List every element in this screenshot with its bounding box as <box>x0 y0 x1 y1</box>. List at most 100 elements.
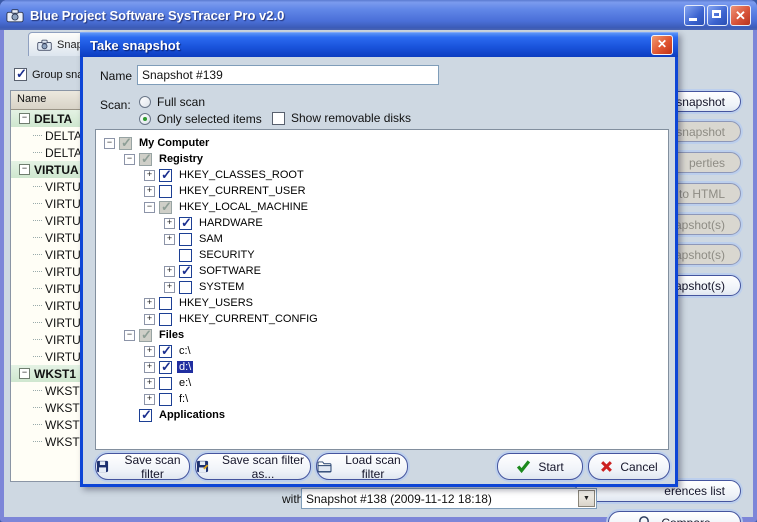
combo-dropdown-arrow-icon[interactable]: ▼ <box>578 490 595 507</box>
radio-on-icon[interactable] <box>139 113 151 125</box>
tree-row-software[interactable]: + SOFTWARE <box>96 263 668 279</box>
checkbox-checked-icon[interactable] <box>179 217 192 230</box>
tree-row-hkey-current-config[interactable]: + HKEY_CURRENT_CONFIG <box>96 311 668 327</box>
expand-icon[interactable]: + <box>164 282 175 293</box>
save-scan-filter-button[interactable]: Save scan filter <box>95 453 190 480</box>
checkbox-checked-icon[interactable] <box>139 409 152 422</box>
load-scan-filter-button[interactable]: Load scan filter <box>316 453 408 480</box>
checkbox-unchecked-icon[interactable] <box>159 393 172 406</box>
checkbox-checked-icon[interactable] <box>159 345 172 358</box>
checkbox-checked-icon[interactable] <box>14 68 27 81</box>
tree-row-hkey-users[interactable]: + HKEY_USERS <box>96 295 668 311</box>
expand-icon[interactable]: + <box>144 170 155 181</box>
expand-icon[interactable]: + <box>164 218 175 229</box>
tree-node-label[interactable]: Files <box>157 329 186 341</box>
checkbox-unchecked-icon[interactable] <box>159 377 172 390</box>
tree-row-hkey-local-machine[interactable]: − HKEY_LOCAL_MACHINE <box>96 199 668 215</box>
tree-row-hkey-classes-root[interactable]: + HKEY_CLASSES_ROOT <box>96 167 668 183</box>
collapse-icon[interactable]: − <box>19 164 30 175</box>
tree-node-label[interactable]: HARDWARE <box>197 217 265 229</box>
collapse-icon[interactable]: − <box>104 138 115 149</box>
compare-button[interactable]: Compare <box>608 511 741 522</box>
tree-row-system[interactable]: + SYSTEM <box>96 279 668 295</box>
full-scan-radio[interactable]: Full scan <box>139 95 205 109</box>
compare-with-combobox[interactable]: Snapshot #138 (2009-11-12 18:18) ▼ <box>301 488 597 509</box>
tree-node-label[interactable]: SECURITY <box>197 249 257 261</box>
tree-node-label[interactable]: c:\ <box>177 345 193 357</box>
checkbox-tristate-icon[interactable] <box>139 153 152 166</box>
checkbox-checked-icon[interactable] <box>179 265 192 278</box>
checkbox-checked-icon[interactable] <box>159 361 172 374</box>
tree-node-label[interactable]: HKEY_LOCAL_MACHINE <box>177 201 310 213</box>
tree-node-label[interactable]: HKEY_CURRENT_CONFIG <box>177 313 320 325</box>
expand-icon[interactable]: + <box>164 234 175 245</box>
checkbox-tristate-icon[interactable] <box>139 329 152 342</box>
tree-row-applications[interactable]: +Applications <box>96 407 668 423</box>
collapse-icon[interactable]: − <box>19 368 30 379</box>
tree-node-label[interactable]: My Computer <box>137 137 211 149</box>
minimize-button[interactable] <box>684 5 705 26</box>
tree-node-label[interactable]: Applications <box>157 409 227 421</box>
collapse-icon[interactable]: − <box>144 202 155 213</box>
checkbox-unchecked-icon[interactable] <box>159 297 172 310</box>
checkbox-unchecked-icon[interactable] <box>179 281 192 294</box>
checkbox-unchecked-icon[interactable] <box>272 112 285 125</box>
expand-icon[interactable]: + <box>144 346 155 357</box>
tree-row-sam[interactable]: + SAM <box>96 231 668 247</box>
group-snapshots-checkbox[interactable]: Group sna <box>14 68 83 81</box>
tree-row-files[interactable]: − Files <box>96 327 668 343</box>
tree-row-c-[interactable]: + c:\ <box>96 343 668 359</box>
tree-node-label[interactable]: HKEY_USERS <box>177 297 255 309</box>
checkbox-unchecked-icon[interactable] <box>159 313 172 326</box>
dialog-titlebar: Take snapshot <box>80 32 678 57</box>
collapse-icon[interactable]: − <box>19 113 30 124</box>
tree-node-label[interactable]: HKEY_CLASSES_ROOT <box>177 169 306 181</box>
tree-node-label[interactable]: SOFTWARE <box>197 265 263 277</box>
tree-branch-line <box>33 356 42 358</box>
tree-row-registry[interactable]: − Registry <box>96 151 668 167</box>
tree-row-security[interactable]: +SECURITY <box>96 247 668 263</box>
expand-icon[interactable]: + <box>144 378 155 389</box>
radio-off-icon[interactable] <box>139 96 151 108</box>
maximize-button[interactable] <box>707 5 728 26</box>
tree-node-label[interactable]: d:\ <box>177 361 193 373</box>
checkbox-tristate-icon[interactable] <box>119 137 132 150</box>
tree-node-label[interactable]: f:\ <box>177 393 190 405</box>
tree-row-hardware[interactable]: + HARDWARE <box>96 215 668 231</box>
save-scan-filter-as-button[interactable]: Save scan filter as... <box>195 453 311 480</box>
expand-icon[interactable]: + <box>164 266 175 277</box>
tree-row-my-computer[interactable]: − My Computer <box>96 135 668 151</box>
checkbox-checked-icon[interactable] <box>159 169 172 182</box>
show-removable-checkbox[interactable]: Show removable disks <box>272 111 411 125</box>
snapshot-name-input[interactable] <box>137 65 439 85</box>
tree-node-label[interactable]: SAM <box>197 233 225 245</box>
tree-row-d-[interactable]: + d:\ <box>96 359 668 375</box>
tree-row-hkey-current-user[interactable]: + HKEY_CURRENT_USER <box>96 183 668 199</box>
checkbox-unchecked-icon[interactable] <box>179 233 192 246</box>
tree-row-f-[interactable]: + f:\ <box>96 391 668 407</box>
tree-node-label[interactable]: SYSTEM <box>197 281 246 293</box>
only-selected-radio[interactable]: Only selected items <box>139 112 262 126</box>
start-button[interactable]: Start <box>497 453 583 480</box>
tree-node-label[interactable]: e:\ <box>177 377 193 389</box>
checkbox-unchecked-icon[interactable] <box>179 249 192 262</box>
expand-icon[interactable]: + <box>144 186 155 197</box>
tree-branch-line <box>33 237 42 239</box>
expand-icon[interactable]: + <box>144 314 155 325</box>
tree-branch-line <box>33 203 42 205</box>
expand-icon[interactable]: + <box>144 394 155 405</box>
cancel-button[interactable]: Cancel <box>588 453 670 480</box>
expand-icon[interactable]: + <box>144 298 155 309</box>
expand-icon[interactable]: + <box>144 362 155 373</box>
checkbox-unchecked-icon[interactable] <box>159 185 172 198</box>
name-label: Name <box>100 69 132 83</box>
dialog-close-button[interactable] <box>651 35 673 55</box>
collapse-icon[interactable]: − <box>124 154 135 165</box>
checkbox-tristate-icon[interactable] <box>159 201 172 214</box>
collapse-icon[interactable]: − <box>124 330 135 341</box>
close-button[interactable] <box>730 5 751 26</box>
tree-node-label[interactable]: HKEY_CURRENT_USER <box>177 185 308 197</box>
tree-node-label[interactable]: Registry <box>157 153 205 165</box>
compare-button-label: Compare <box>661 512 710 522</box>
tree-row-e-[interactable]: + e:\ <box>96 375 668 391</box>
